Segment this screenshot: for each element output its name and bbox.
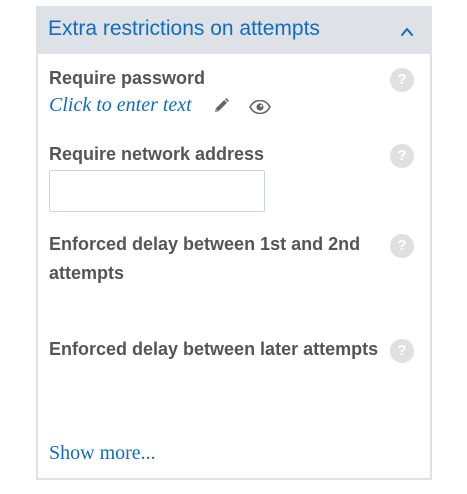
chevron-up-icon[interactable] xyxy=(400,25,414,39)
help-icon[interactable]: ? xyxy=(390,144,414,168)
help-icon[interactable]: ? xyxy=(390,234,414,258)
delay-later-label: Enforced delay between later attempts xyxy=(49,339,379,359)
extra-restrictions-section: Extra restrictions on attempts Require p… xyxy=(36,6,432,480)
section-title[interactable]: Extra restrictions on attempts xyxy=(48,17,320,41)
help-icon[interactable]: ? xyxy=(390,339,414,363)
require-password-label: Require password xyxy=(49,68,206,88)
section-header[interactable]: Extra restrictions on attempts xyxy=(38,8,430,54)
require-network-address-label: Require network address xyxy=(49,144,265,164)
require-password-inplace-editable[interactable]: Click to enter text xyxy=(49,94,192,117)
pencil-icon[interactable] xyxy=(212,97,230,115)
eye-icon[interactable] xyxy=(249,100,271,114)
network-address-input[interactable] xyxy=(49,170,265,212)
show-more-link[interactable]: Show more... xyxy=(49,442,156,465)
help-icon[interactable]: ? xyxy=(390,68,414,92)
delay-first-second-label: Enforced delay between 1st and 2nd attem… xyxy=(49,234,361,283)
